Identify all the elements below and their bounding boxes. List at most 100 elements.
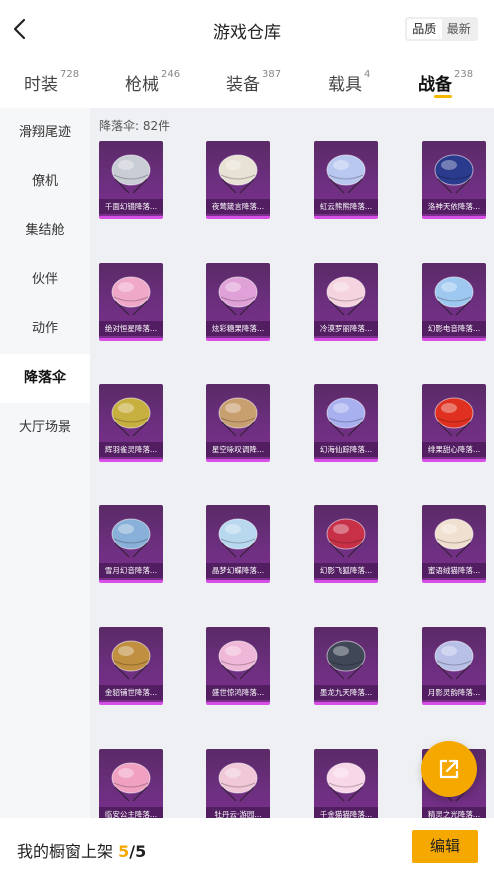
sort-toggle[interactable]: 品质 最新 [405,17,478,41]
parachute-name: 蜜语绒猫降落... [422,563,486,578]
item-grid: 降落伞: 82件 千面幻镜降落... 夜莺箴言降落... 虹云熊熊降落... 洛神天依… [90,108,494,818]
tab-outfits[interactable]: 时装728 [24,69,80,95]
cat-parachute-icon [434,518,474,558]
tab-count: 4 [364,69,371,80]
tab-label: 时装 [24,75,58,95]
share-button[interactable] [421,741,477,797]
parachute-name: 辉羽雀灵降落... [99,442,163,457]
parachute-card[interactable]: 辉羽雀灵降落... [99,384,163,462]
dragon-parachute-icon [326,640,366,680]
moon-parachute-icon [434,640,474,680]
parachute-name: 幻影飞狐降落... [314,563,378,578]
parachute-card[interactable]: 雪月幻音降落... [99,505,163,583]
parachute-name: 千金猫猫降落... [314,807,378,818]
sidebar-item-lobby-scene[interactable]: 大厅场景 [0,403,90,452]
blue-parachute-icon [434,154,474,194]
parachute-name: 墨龙九天降落... [314,685,378,700]
parachute-name: 金貂铺世降落... [99,685,163,700]
parachute-card[interactable]: 墨龙九天降落... [314,627,378,705]
parachute-card[interactable]: 临安公主降落... [99,749,163,818]
tab-label: 枪械 [125,75,159,95]
parachute-card[interactable]: 晶梦幻蝶降落... [206,505,270,583]
sidebar-item-glide-trail[interactable]: 滑翔尾迹 [0,108,90,157]
tab-equipment[interactable]: 装备387 [226,69,281,95]
sort-option-latest[interactable]: 最新 [442,19,477,39]
active-tab-indicator [434,95,452,98]
tab-count: 238 [454,69,474,80]
tab-vehicles[interactable]: 载具4 [328,69,371,95]
parachute-name: 晶梦幻蝶降落... [206,563,270,578]
parachute-name: 虹云熊熊降落... [314,199,378,214]
parachute-card[interactable]: 千面幻镜降落... [99,141,163,219]
snow-parachute-icon [111,518,151,558]
parachute-card[interactable]: 幻海仙踪降落... [314,384,378,462]
sea-parachute-icon [326,397,366,437]
golden-parachute-icon [218,397,258,437]
candy-wing-parachute-icon [218,276,258,316]
tab-weapons[interactable]: 枪械246 [125,69,180,95]
parachute-name: 幻海仙踪降落... [314,442,378,457]
parachute-name: 雪月幻音降落... [99,563,163,578]
parachute-card[interactable]: 炫彩糖果降落... [206,263,270,341]
parachute-name: 临安公主降落... [99,807,163,818]
sidebar-item-companion[interactable]: 伙伴 [0,255,90,304]
showcase-label: 我的橱窗上架 [17,842,114,861]
sidebar-item-parachute[interactable]: 降落伞 [0,354,90,403]
parachute-card[interactable]: 虹云熊熊降落... [314,141,378,219]
pink-parachute-icon [111,276,151,316]
rainbow-bear-parachute-icon [326,154,366,194]
parachute-name: 星空咏叹调降... [206,442,270,457]
parachute-name: 绝对恒星降落... [99,321,163,336]
sidebar: 滑翔尾迹 僚机 集结舱 伙伴 动作 降落伞 大厅场景 [0,108,90,818]
parachute-name: 盛世惊鸿降落... [206,685,270,700]
category-tabs: 时装728 枪械246 装备387 载具4 战备238 [0,62,494,104]
parachute-name: 绯果甜心降落... [422,442,486,457]
parachute-name: 月影灵韵降落... [422,685,486,700]
tab-count: 728 [60,69,80,80]
tab-battle-prep[interactable]: 战备238 [418,69,474,95]
parachute-card[interactable]: 洛神天依降落... [422,141,486,219]
parachute-name: 精灵之光降落... [422,807,486,818]
parachute-card[interactable]: 千金猫猫降落... [314,749,378,818]
ribbon-parachute-icon [326,276,366,316]
kitty-parachute-icon [326,762,366,802]
feather-parachute-icon [111,397,151,437]
showcase-current: 5 [118,842,130,861]
fox-parachute-icon [326,518,366,558]
lantern-parachute-icon [218,640,258,680]
parachute-card[interactable]: 幻影飞狐降落... [314,505,378,583]
header: 游戏仓库 品质 最新 [0,0,494,58]
sidebar-item-rally-pod[interactable]: 集结舱 [0,206,90,255]
parachute-card[interactable]: 冷漠罗丽降落... [314,263,378,341]
parachute-card[interactable]: 蜜语绒猫降落... [422,505,486,583]
gold-parachute-icon [111,640,151,680]
tab-label: 战备 [418,75,452,95]
parachute-card[interactable]: 幻影电音降落... [422,263,486,341]
parachute-card[interactable]: 夜莺箴言降落... [206,141,270,219]
parachute-card[interactable]: 盛世惊鸿降落... [206,627,270,705]
parachute-name: 冷漠罗丽降落... [314,321,378,336]
fan-parachute-icon [218,154,258,194]
silver-parachute-icon [111,154,151,194]
parachute-card[interactable]: 星空咏叹调降... [206,384,270,462]
parachute-name: 幻影电音降落... [422,321,486,336]
butterfly-parachute-icon [218,518,258,558]
sidebar-item-emote[interactable]: 动作 [0,304,90,353]
tab-label: 装备 [226,75,260,95]
edit-button[interactable]: 编辑 [412,830,478,863]
external-link-icon [439,759,459,779]
tab-label: 载具 [328,75,362,95]
bottom-bar: 我的橱窗上架 5/5 编辑 [0,818,494,875]
music-parachute-icon [434,276,474,316]
parachute-name: 夜莺箴言降落... [206,199,270,214]
apple-parachute-icon [434,397,474,437]
parachute-card[interactable]: 月影灵韵降落... [422,627,486,705]
parachute-card[interactable]: 牡丹云·游园... [206,749,270,818]
parachute-card[interactable]: 绝对恒星降落... [99,263,163,341]
sort-option-quality[interactable]: 品质 [407,19,442,39]
item-count: 降落伞: 82件 [99,119,171,133]
peony-parachute-icon [218,762,258,802]
parachute-card[interactable]: 金貂铺世降落... [99,627,163,705]
sidebar-item-wingman[interactable]: 僚机 [0,157,90,206]
parachute-card[interactable]: 绯果甜心降落... [422,384,486,462]
